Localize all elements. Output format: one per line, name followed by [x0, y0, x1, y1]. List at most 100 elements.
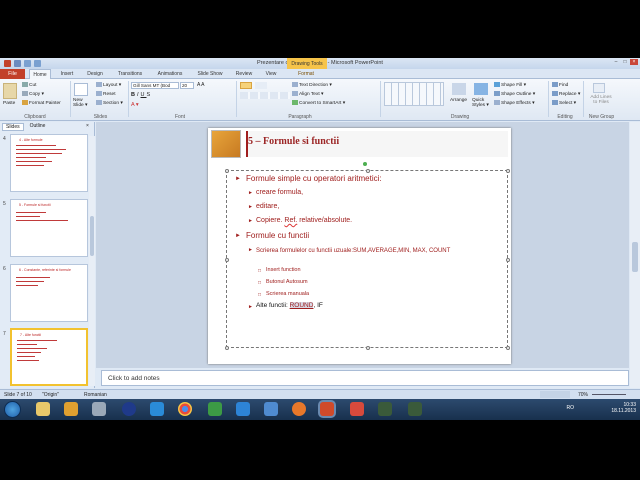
- language-indicator[interactable]: RO: [567, 405, 575, 411]
- resize-handle[interactable]: [225, 346, 229, 350]
- add-lines-icon[interactable]: [593, 83, 605, 93]
- convert-smartart-button[interactable]: Convert to SmartArt ▾: [292, 100, 345, 106]
- arrange-button[interactable]: Arrange: [450, 98, 467, 103]
- tab-format[interactable]: Format: [292, 69, 320, 79]
- slide-thumbnail[interactable]: 5 - Formule si functii: [10, 199, 88, 257]
- slide-title[interactable]: 5 – Formule si functii: [248, 136, 339, 147]
- shapes-gallery[interactable]: [384, 82, 444, 106]
- excel-icon[interactable]: [208, 402, 222, 416]
- view-buttons[interactable]: [540, 391, 570, 398]
- resize-handle[interactable]: [366, 346, 370, 350]
- reset-button[interactable]: Reset: [96, 91, 116, 97]
- tab-slide-show[interactable]: Slide Show: [193, 69, 227, 79]
- app-icon[interactable]: [378, 402, 392, 416]
- replace-button[interactable]: Replace ▾: [552, 91, 580, 97]
- app-icon[interactable]: [122, 402, 136, 416]
- resize-handle[interactable]: [506, 258, 510, 262]
- font-style-buttons[interactable]: BIUS: [131, 92, 152, 98]
- quick-styles-icon[interactable]: [474, 83, 488, 95]
- close-pane-icon[interactable]: ×: [86, 123, 89, 129]
- app-icon[interactable]: [264, 402, 278, 416]
- maximize-button[interactable]: □: [621, 59, 629, 65]
- new-slide-button[interactable]: New Slide ▾: [73, 98, 91, 108]
- slides-pane-scrollbar[interactable]: [89, 136, 95, 386]
- slide-canvas[interactable]: 5 – Formule si functii ► Formule simple …: [208, 128, 511, 364]
- content-placeholder[interactable]: ► Formule simple cu operatori aritmetici…: [225, 169, 510, 350]
- font-size-combo[interactable]: 20: [180, 82, 194, 89]
- numbering-button[interactable]: [255, 82, 267, 89]
- alignment-buttons[interactable]: [240, 92, 290, 99]
- resize-handle[interactable]: [225, 258, 229, 262]
- app-icon[interactable]: [350, 402, 364, 416]
- redo-icon[interactable]: [34, 60, 41, 67]
- zoom-level[interactable]: 70%: [578, 392, 588, 398]
- grow-shrink-font-buttons[interactable]: A A: [197, 82, 205, 88]
- minimize-button[interactable]: –: [612, 59, 620, 65]
- tab-review[interactable]: Review: [232, 69, 256, 79]
- slide-thumbnail[interactable]: 4 - Alte formule: [10, 134, 88, 192]
- font-family-combo[interactable]: Gill Sans MT (Bod: [131, 82, 179, 89]
- bullets-button[interactable]: [240, 82, 252, 89]
- scroll-thumb[interactable]: [632, 242, 638, 272]
- find-button[interactable]: Find: [552, 82, 568, 88]
- teamviewer-icon[interactable]: [150, 402, 164, 416]
- select-button[interactable]: Select ▾: [552, 100, 576, 106]
- resize-handle[interactable]: [366, 169, 370, 173]
- shape-outline-label: Shape Outline ▾: [501, 91, 536, 97]
- paste-button[interactable]: Paste: [3, 101, 15, 106]
- thumb-line: [17, 348, 47, 349]
- tab-design[interactable]: Design: [84, 69, 106, 79]
- language[interactable]: Romanian: [84, 392, 107, 398]
- save-icon[interactable]: [14, 60, 21, 67]
- app-icon[interactable]: [92, 402, 106, 416]
- tab-transitions[interactable]: Transitions: [113, 69, 147, 79]
- shape-effects-button[interactable]: Shape Effects ▾: [494, 100, 535, 106]
- chrome-icon[interactable]: [178, 402, 192, 416]
- text-direction-button[interactable]: Text Direction ▾: [292, 82, 332, 88]
- quick-styles-button[interactable]: Quick Styles ▾: [472, 98, 494, 108]
- new-slide-icon[interactable]: [74, 83, 88, 96]
- powerpoint-icon[interactable]: [320, 402, 334, 416]
- tab-home[interactable]: Home: [29, 69, 51, 79]
- app-icon[interactable]: [408, 402, 422, 416]
- resize-handle[interactable]: [225, 169, 229, 173]
- internet-explorer-icon[interactable]: [236, 402, 250, 416]
- editor-scrollbar[interactable]: [630, 122, 640, 388]
- add-lines-button[interactable]: Add Lines to Files: [588, 95, 614, 105]
- tab-animations[interactable]: Animations: [153, 69, 187, 79]
- shape-outline-button[interactable]: Shape Outline ▾: [494, 91, 535, 97]
- rotation-handle[interactable]: [363, 162, 367, 166]
- undo-icon[interactable]: [24, 60, 31, 67]
- tab-slides[interactable]: Slides: [2, 123, 24, 131]
- font-color-button[interactable]: A ▾: [131, 102, 139, 108]
- app-icon[interactable]: [4, 60, 11, 67]
- slide-thumbnail[interactable]: 6 - Constante, referinte si formule: [10, 264, 88, 322]
- align-text-button[interactable]: Align Text ▾: [292, 91, 323, 97]
- tab-outline[interactable]: Outline: [27, 123, 49, 131]
- clock-date[interactable]: 18.11.2013: [611, 408, 636, 414]
- section-button[interactable]: Section ▾: [96, 100, 123, 106]
- scroll-thumb[interactable]: [90, 216, 94, 256]
- slide-picture[interactable]: [211, 130, 241, 158]
- brush-icon: [22, 100, 28, 105]
- tab-insert[interactable]: Insert: [56, 69, 78, 79]
- resize-handle[interactable]: [506, 346, 510, 350]
- close-button[interactable]: ×: [630, 59, 638, 65]
- tab-view[interactable]: View: [261, 69, 281, 79]
- copy-button[interactable]: Copy ▾: [22, 91, 44, 97]
- shape-fill-button[interactable]: Shape Fill ▾: [494, 82, 526, 88]
- cut-button[interactable]: Cut: [22, 82, 36, 88]
- layout-button[interactable]: Layout ▾: [96, 82, 121, 88]
- firefox-icon[interactable]: [292, 402, 306, 416]
- format-painter-button[interactable]: Format Painter: [22, 100, 61, 106]
- tab-file[interactable]: File: [0, 69, 25, 79]
- explorer-icon[interactable]: [36, 402, 50, 416]
- paste-icon[interactable]: [3, 83, 17, 99]
- slide-thumbnail-selected[interactable]: 7 - Alte functii: [10, 328, 88, 386]
- notes-pane[interactable]: Click to add notes: [101, 370, 629, 386]
- start-button[interactable]: [4, 401, 21, 418]
- zoom-slider[interactable]: [592, 394, 626, 395]
- arrange-icon[interactable]: [452, 83, 466, 95]
- media-player-icon[interactable]: [64, 402, 78, 416]
- resize-handle[interactable]: [506, 169, 510, 173]
